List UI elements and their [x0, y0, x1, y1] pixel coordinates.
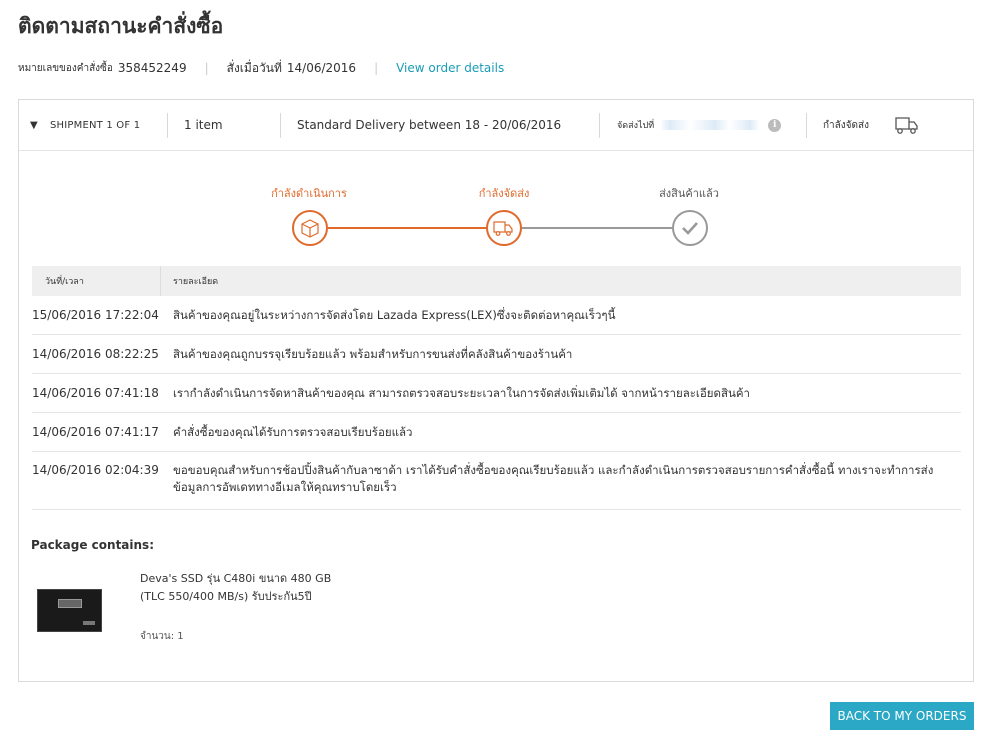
check-icon — [672, 210, 708, 246]
row-detail: สินค้าของคุณอยู่ในระหว่างการจัดส่งโดย La… — [173, 307, 616, 322]
ship-to: จัดส่งไปที่ i — [617, 100, 782, 150]
step-label-shipping: กำลังจัดส่ง — [478, 187, 530, 200]
header-divider — [280, 113, 281, 138]
row-datetime: 14/06/2016 02:04:39 — [32, 463, 159, 477]
meta-divider: | — [204, 61, 209, 75]
product-quantity: จำนวน: 1 — [140, 631, 184, 642]
row-detail: ขอขอบคุณสำหรับการช้อปปิ้งสินค้ากับลาซาด้… — [173, 463, 934, 494]
collapse-toggle-icon[interactable]: ▼ — [30, 100, 38, 150]
ship-to-label: จัดส่งไปที่ — [617, 121, 655, 131]
row-detail: เรากำลังดำเนินการจัดหาสินค้าของคุณ สามาร… — [173, 385, 751, 400]
truck-icon — [895, 115, 919, 138]
header-divider — [599, 113, 600, 138]
table-row: 14/06/2016 08:22:25 สินค้าของคุณถูกบรรจุ… — [32, 335, 961, 374]
shipment-items-count: 1 item — [184, 118, 223, 132]
shipment-header[interactable]: ▼ SHIPMENT 1 OF 1 1 item Standard Delive… — [19, 100, 973, 151]
package-title: Package contains: — [31, 538, 154, 552]
column-header-datetime: วันที่/เวลา — [32, 266, 161, 296]
order-number-label: หมายเลขของคำสั่งซื้อ — [18, 62, 113, 74]
shipment-status: กำลังจัดส่ง — [823, 119, 870, 131]
ship-to-address-redacted — [660, 120, 761, 130]
row-datetime: 14/06/2016 07:41:17 — [32, 425, 159, 439]
page-title: ติดตามสถานะคำสั่งซื้อ — [18, 14, 224, 38]
table-row: 14/06/2016 02:04:39 ขอขอบคุณสำหรับการช้อ… — [32, 452, 961, 510]
truck-icon — [486, 210, 522, 246]
meta-divider: | — [374, 61, 379, 75]
product-thumbnail[interactable] — [37, 589, 102, 632]
progress-line-complete — [328, 227, 504, 229]
header-divider — [806, 113, 807, 138]
product-name[interactable]: Deva's SSD รุ่น C480i ขนาด 480 GB (TLC 5… — [140, 570, 340, 606]
table-row: 14/06/2016 07:41:17 คำสั่งซื้อของคุณได้ร… — [32, 413, 961, 452]
progress-line-pending — [522, 227, 690, 229]
order-number: 358452249 — [117, 61, 187, 75]
back-to-my-orders-button[interactable]: BACK TO MY ORDERS — [830, 702, 974, 730]
shipment-panel: ▼ SHIPMENT 1 OF 1 1 item Standard Delive… — [18, 99, 974, 682]
product-label-graphic — [83, 621, 95, 625]
row-detail: คำสั่งซื้อของคุณได้รับการตรวจสอบเรียบร้อ… — [173, 424, 413, 439]
row-detail: สินค้าของคุณถูกบรรจุเรียบร้อยแล้ว พร้อมส… — [173, 346, 573, 361]
product-label-graphic — [58, 599, 82, 608]
shipment-label: SHIPMENT 1 OF 1 — [50, 119, 141, 131]
order-date: 14/06/2016 — [286, 61, 357, 75]
row-datetime: 14/06/2016 08:22:25 — [32, 347, 159, 361]
delivery-window: Standard Delivery between 18 - 20/06/201… — [297, 118, 562, 132]
column-header-detail: รายละเอียด — [173, 277, 219, 287]
info-icon[interactable]: i — [768, 118, 782, 132]
view-order-details-link[interactable]: View order details — [396, 61, 504, 75]
table-row: 14/06/2016 07:41:18 เรากำลังดำเนินการจัด… — [32, 374, 961, 413]
table-header: วันที่/เวลา รายละเอียด — [32, 266, 961, 296]
order-date-label: สั่งเมื่อวันที่ — [226, 60, 282, 75]
row-datetime: 15/06/2016 17:22:04 — [32, 308, 159, 322]
row-datetime: 14/06/2016 07:41:18 — [32, 386, 159, 400]
table-row: 15/06/2016 17:22:04 สินค้าของคุณอยู่ในระ… — [32, 296, 961, 335]
box-icon — [292, 210, 328, 246]
step-label-processing: กำลังดำเนินการ — [271, 187, 347, 200]
order-progress-tracker: กำลังดำเนินการ กำลังจัดส่ง ส่งสินค้าแล้ว — [19, 151, 973, 261]
step-label-delivered: ส่งสินค้าแล้ว — [659, 187, 719, 200]
tracking-log-table: วันที่/เวลา รายละเอียด 15/06/2016 17:22:… — [32, 266, 961, 510]
header-divider — [167, 113, 168, 138]
order-meta: หมายเลขของคำสั่งซื้อ 358452249 | สั่งเมื… — [18, 60, 504, 76]
